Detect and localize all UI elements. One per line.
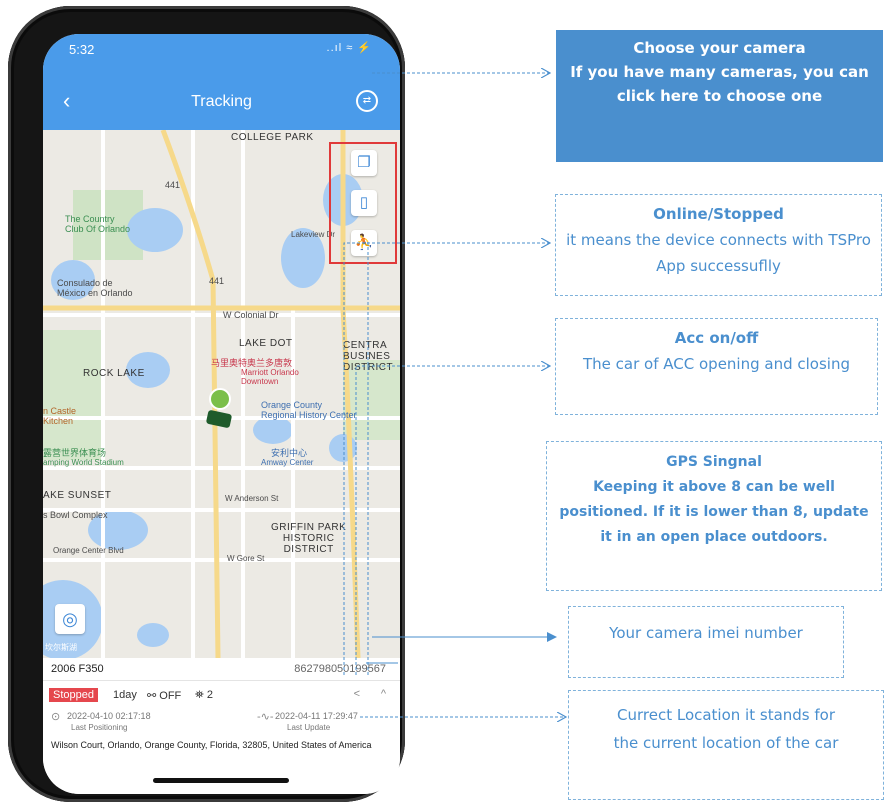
- callout-body: The car of ACC opening and closing: [583, 355, 850, 373]
- callout-body: it means the device connects with TSPro …: [566, 231, 871, 275]
- callout-location: Currect Location it stands for the curre…: [568, 690, 884, 800]
- callout-body: Currect Location it stands for the curre…: [613, 706, 839, 752]
- callout-imei: Your camera imei number: [568, 606, 844, 678]
- callout-online-stopped: Online/Stopped it means the device conne…: [555, 194, 882, 296]
- callout-title: GPS Singnal: [666, 454, 762, 470]
- connector: [343, 243, 550, 675]
- callout-title: Online/Stopped: [653, 205, 784, 223]
- callout-body: If you have many cameras, you can click …: [570, 63, 869, 105]
- callout-title: Choose your camera: [633, 39, 806, 57]
- callout-gps: GPS Singnal Keeping it above 8 can be we…: [546, 441, 882, 591]
- callout-choose-camera: Choose your camera If you have many came…: [556, 30, 883, 162]
- connector: [355, 366, 550, 675]
- callout-body: Keeping it above 8 can be well positione…: [559, 479, 869, 545]
- callout-body: Your camera imei number: [609, 624, 803, 642]
- callout-acc: Acc on/off The car of ACC opening and cl…: [555, 318, 878, 415]
- callout-title: Acc on/off: [674, 329, 759, 347]
